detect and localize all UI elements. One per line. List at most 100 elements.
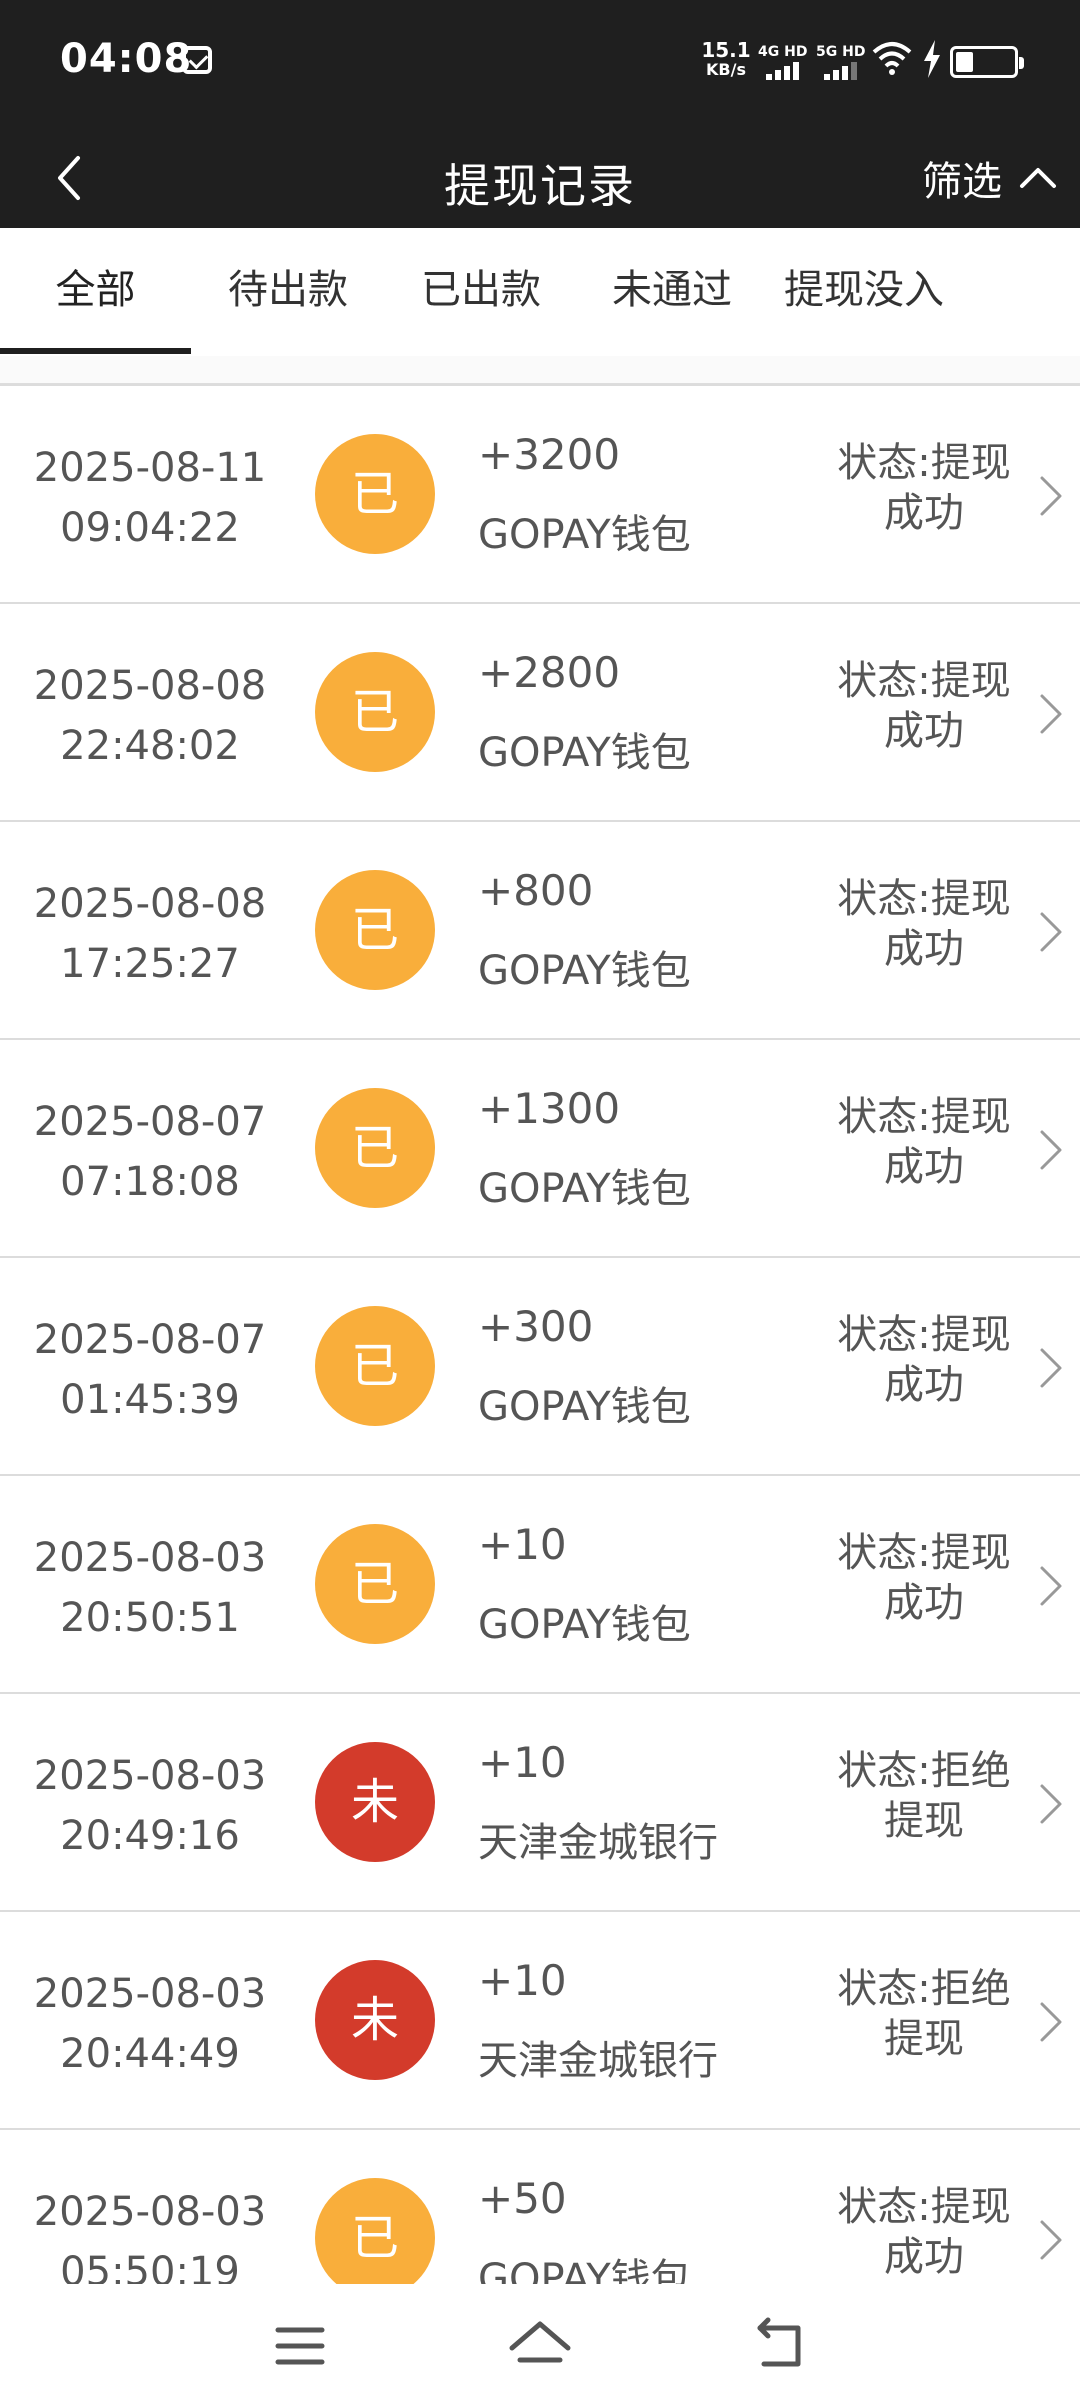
status-time: 04:08 bbox=[60, 36, 193, 82]
record-status-badge: 已 bbox=[315, 2178, 435, 2284]
withdrawal-record-row[interactable]: 2025-08-03 20:49:16 未 +10 天津金城银行 状态:拒绝 提现 bbox=[0, 1694, 1080, 1912]
record-status-line1: 状态:提现 bbox=[837, 2184, 1011, 2230]
tab-pending[interactable]: 待出款 bbox=[191, 228, 385, 356]
back-nav-button[interactable] bbox=[740, 2314, 820, 2378]
menu-button[interactable] bbox=[260, 2314, 340, 2378]
record-status-line1: 状态:拒绝 bbox=[837, 1748, 1011, 1794]
record-date: 2025-08-03 bbox=[33, 1971, 267, 2017]
record-time: 17:25:27 bbox=[60, 941, 240, 987]
record-payout-method: GOPAY钱包 bbox=[478, 512, 691, 558]
record-datetime: 2025-08-11 09:04:22 bbox=[20, 438, 280, 558]
chevron-right-icon bbox=[1030, 1994, 1070, 2050]
record-status-text: 状态:提现 成功 bbox=[826, 1092, 1022, 1192]
record-status-line2: 成功 bbox=[884, 490, 964, 536]
notification-icon bbox=[182, 46, 212, 74]
record-status-badge: 已 bbox=[315, 1088, 435, 1208]
system-nav-bar bbox=[0, 2284, 1080, 2408]
tab-active-indicator bbox=[0, 348, 191, 354]
record-status-line1: 状态:提现 bbox=[837, 658, 1011, 704]
record-time: 01:45:39 bbox=[60, 1377, 240, 1423]
record-status-text: 状态:提现 成功 bbox=[826, 2182, 1022, 2282]
record-status-line1: 状态:拒绝 bbox=[837, 1966, 1011, 2012]
record-amount: +1300 bbox=[478, 1084, 621, 1133]
record-date: 2025-08-07 bbox=[33, 1317, 267, 1363]
record-date: 2025-08-07 bbox=[33, 1099, 267, 1145]
record-amount: +10 bbox=[478, 1738, 567, 1787]
withdrawal-record-row[interactable]: 2025-08-07 07:18:08 已 +1300 GOPAY钱包 状态:提现 成功 bbox=[0, 1040, 1080, 1258]
tab-all[interactable]: 全部 bbox=[0, 228, 191, 356]
record-status-text: 状态:提现 成功 bbox=[826, 1528, 1022, 1628]
record-datetime: 2025-08-03 20:50:51 bbox=[20, 1528, 280, 1648]
record-time: 20:50:51 bbox=[60, 1595, 240, 1641]
record-status-badge: 已 bbox=[315, 1524, 435, 1644]
record-date: 2025-08-08 bbox=[33, 663, 267, 709]
chevron-right-icon bbox=[1030, 904, 1070, 960]
tab-bar: 全部 待出款 已出款 未通过 提现没入 bbox=[0, 228, 1080, 356]
record-status-line1: 状态:提现 bbox=[837, 1312, 1011, 1358]
tab-forfeited[interactable]: 提现没入 bbox=[767, 228, 961, 356]
record-time: 20:44:49 bbox=[60, 2031, 240, 2077]
withdrawal-record-row[interactable]: 2025-08-08 22:48:02 已 +2800 GOPAY钱包 状态:提现 成功 bbox=[0, 604, 1080, 822]
record-status-line2: 提现 bbox=[884, 2016, 964, 2062]
record-status-badge: 未 bbox=[315, 1960, 435, 2080]
record-payout-method: GOPAY钱包 bbox=[478, 1166, 691, 1212]
screen: 04:08 15.1 KB/s 4G HD 5G HD 提现记录 筛选 全部 待… bbox=[0, 0, 1080, 2408]
tab-paid[interactable]: 已出款 bbox=[385, 228, 577, 356]
record-date: 2025-08-11 bbox=[33, 445, 267, 491]
network-speed-value: 15.1 bbox=[701, 38, 751, 62]
record-status-line2: 成功 bbox=[884, 1362, 964, 1408]
record-status-line2: 成功 bbox=[884, 926, 964, 972]
page-title: 提现记录 bbox=[444, 159, 636, 213]
withdrawal-record-row[interactable]: 2025-08-03 20:50:51 已 +10 GOPAY钱包 状态:提现 成功 bbox=[0, 1476, 1080, 1694]
chevron-right-icon bbox=[1030, 2212, 1070, 2268]
withdrawal-record-row[interactable]: 2025-08-11 09:04:22 已 +3200 GOPAY钱包 状态:提现 成功 bbox=[0, 386, 1080, 604]
record-time: 07:18:08 bbox=[60, 1159, 240, 1205]
network-speed-unit: KB/s bbox=[706, 60, 746, 79]
chevron-up-icon bbox=[1020, 168, 1056, 188]
record-payout-method: 天津金城银行 bbox=[478, 2038, 718, 2084]
record-datetime: 2025-08-03 20:49:16 bbox=[20, 1746, 280, 1866]
record-status-line2: 成功 bbox=[884, 1144, 964, 1190]
record-payout-method: GOPAY钱包 bbox=[478, 2256, 691, 2284]
record-status-text: 状态:提现 成功 bbox=[826, 874, 1022, 974]
record-amount: +50 bbox=[478, 2174, 567, 2223]
record-status-text: 状态:提现 成功 bbox=[826, 656, 1022, 756]
withdrawal-record-row[interactable]: 2025-08-03 20:44:49 未 +10 天津金城银行 状态:拒绝 提现 bbox=[0, 1912, 1080, 2130]
chevron-right-icon bbox=[1030, 1122, 1070, 1178]
tab-rejected[interactable]: 未通过 bbox=[577, 228, 767, 356]
record-time: 09:04:22 bbox=[60, 505, 240, 551]
chevron-right-icon bbox=[1030, 1776, 1070, 1832]
record-status-line2: 成功 bbox=[884, 708, 964, 754]
record-status-badge: 未 bbox=[315, 1742, 435, 1862]
sim1-label: 4G HD bbox=[758, 44, 808, 60]
record-amount: +800 bbox=[478, 866, 594, 915]
record-payout-method: GOPAY钱包 bbox=[478, 1384, 691, 1430]
record-datetime: 2025-08-07 01:45:39 bbox=[20, 1310, 280, 1430]
home-button[interactable] bbox=[500, 2314, 580, 2378]
record-status-badge: 已 bbox=[315, 652, 435, 772]
battery-icon bbox=[950, 46, 1024, 78]
withdrawal-record-row[interactable]: 2025-08-03 05:50:19 已 +50 GOPAY钱包 状态:提现 成功 bbox=[0, 2130, 1080, 2284]
record-payout-method: GOPAY钱包 bbox=[478, 1602, 691, 1648]
filter-label: 筛选 bbox=[922, 159, 1002, 205]
record-datetime: 2025-08-03 20:44:49 bbox=[20, 1964, 280, 2084]
record-time: 05:50:19 bbox=[60, 2249, 240, 2284]
record-status-line1: 状态:提现 bbox=[837, 440, 1011, 486]
record-payout-method: GOPAY钱包 bbox=[478, 948, 691, 994]
withdrawal-record-row[interactable]: 2025-08-08 17:25:27 已 +800 GOPAY钱包 状态:提现 成功 bbox=[0, 822, 1080, 1040]
status-bar: 04:08 15.1 KB/s 4G HD 5G HD bbox=[0, 0, 1080, 128]
record-status-badge: 已 bbox=[315, 1306, 435, 1426]
record-amount: +300 bbox=[478, 1302, 594, 1351]
record-datetime: 2025-08-03 05:50:19 bbox=[20, 2182, 280, 2284]
filter-button[interactable]: 筛选 bbox=[922, 146, 1060, 210]
record-date: 2025-08-03 bbox=[33, 1535, 267, 1581]
record-date: 2025-08-03 bbox=[33, 2189, 267, 2235]
withdrawal-record-row[interactable]: 2025-08-07 01:45:39 已 +300 GOPAY钱包 状态:提现 成功 bbox=[0, 1258, 1080, 1476]
record-status-text: 状态:拒绝 提现 bbox=[826, 1964, 1022, 2064]
sim2-label: 5G HD bbox=[816, 44, 866, 60]
record-status-line1: 状态:提现 bbox=[837, 1094, 1011, 1140]
home-icon bbox=[509, 2321, 571, 2363]
back-icon bbox=[757, 2317, 801, 2367]
record-status-line1: 状态:提现 bbox=[837, 1530, 1011, 1576]
record-status-line2: 成功 bbox=[884, 1580, 964, 1626]
